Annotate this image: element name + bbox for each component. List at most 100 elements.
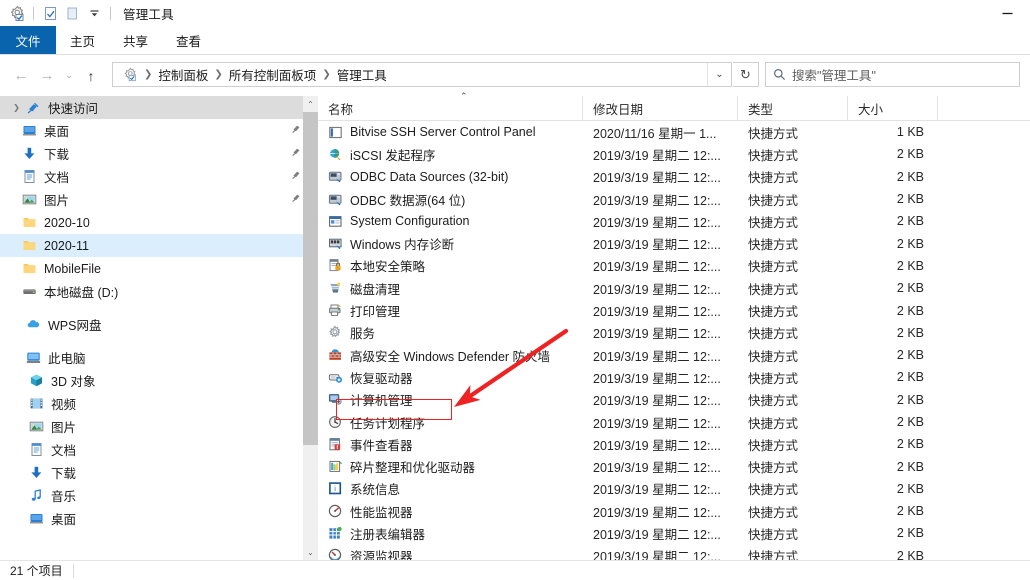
- sidebar-item-pictures-pc[interactable]: 图片: [0, 415, 318, 438]
- recent-locations-button[interactable]: ⌄: [60, 63, 78, 89]
- sidebar-item-this-pc[interactable]: 此电脑: [0, 346, 318, 369]
- table-row[interactable]: Bitvise SSH Server Control Panel 2020/11/…: [318, 121, 1030, 143]
- cell-name[interactable]: 恢复驱动器: [318, 366, 583, 388]
- table-row[interactable]: 本地安全策略 2019/3/19 星期二 12:... 快捷方式 2 KB: [318, 255, 1030, 277]
- back-button[interactable]: ←: [8, 63, 34, 89]
- cell-name[interactable]: 打印管理: [318, 300, 583, 322]
- sidebar-item-downloads-pc[interactable]: 下载: [0, 461, 318, 484]
- cell-name[interactable]: ODBC Data Sources (32-bit): [318, 166, 583, 188]
- cell-name[interactable]: i 系统信息: [318, 478, 583, 500]
- cell-name[interactable]: 计算机管理: [318, 389, 583, 411]
- sidebar-item-documents[interactable]: 文档: [0, 165, 318, 188]
- item-count-label: 21 个项目: [10, 564, 63, 578]
- tab-share[interactable]: 共享: [109, 26, 162, 54]
- table-row[interactable]: 高级安全 Windows Defender 防火墙 2019/3/19 星期二 1…: [318, 344, 1030, 366]
- file-name-label: 任务计划程序: [350, 416, 426, 431]
- up-button[interactable]: ↑: [78, 63, 104, 89]
- breadcrumb-separator-2[interactable]: ❯: [212, 69, 224, 80]
- table-row[interactable]: iSCSI 发起程序 2019/3/19 星期二 12:... 快捷方式 2 KB: [318, 143, 1030, 165]
- sidebar-item-wps-cloud[interactable]: WPS网盘: [0, 313, 318, 336]
- table-row[interactable]: Windows 内存诊断 2019/3/19 星期二 12:... 快捷方式 2 KB: [318, 232, 1030, 254]
- table-row[interactable]: 性能监视器 2019/3/19 星期二 12:... 快捷方式 2 KB: [318, 500, 1030, 522]
- pin-icon[interactable]: [291, 146, 302, 160]
- cell-name[interactable]: 性能监视器: [318, 500, 583, 522]
- address-bar[interactable]: ❯ 控制面板 ❯ 所有控制面板项 ❯ 管理工具 ⌄: [112, 62, 732, 87]
- sidebar-item-downloads[interactable]: 下载: [0, 142, 318, 165]
- table-row[interactable]: ODBC 数据源(64 位) 2019/3/19 星期二 12:... 快捷方式 2 …: [318, 188, 1030, 210]
- table-row[interactable]: System Configuration 2019/3/19 星期二 12:...…: [318, 210, 1030, 232]
- breadcrumb-separator-3[interactable]: ❯: [320, 69, 332, 80]
- properties-icon[interactable]: [39, 2, 61, 24]
- admin-tools-icon[interactable]: [6, 2, 28, 24]
- scroll-down-arrow-icon[interactable]: ⌄: [303, 544, 318, 560]
- table-row[interactable]: 服务 2019/3/19 星期二 12:... 快捷方式 2 KB: [318, 322, 1030, 344]
- forward-button[interactable]: →: [34, 63, 60, 89]
- cell-name[interactable]: 磁盘清理: [318, 277, 583, 299]
- cell-type: 快捷方式: [748, 126, 799, 141]
- sidebar-scrollbar[interactable]: ⌃ ⌄: [303, 96, 318, 560]
- column-header-type[interactable]: 类型: [738, 95, 848, 121]
- sidebar-item-2020-10[interactable]: 2020-10: [0, 211, 318, 234]
- tab-home[interactable]: 主页: [56, 26, 109, 54]
- breadcrumb-separator-1[interactable]: ❯: [142, 69, 154, 80]
- tab-file[interactable]: 文件: [0, 26, 56, 54]
- refresh-button[interactable]: ↻: [733, 62, 759, 87]
- table-row[interactable]: 碎片整理和优化驱动器 2019/3/19 星期二 12:... 快捷方式 2 KB: [318, 455, 1030, 477]
- cell-name[interactable]: 任务计划程序: [318, 411, 583, 433]
- sidebar-item-3d-objects[interactable]: 3D 对象: [0, 369, 318, 392]
- scroll-up-arrow-icon[interactable]: ⌃: [303, 96, 318, 112]
- cell-date: 2019/3/19 星期二 12:...: [593, 416, 721, 431]
- cell-name[interactable]: 事件查看器: [318, 433, 583, 455]
- main-content: ❯ 快速访问 桌面 下载 文档 图片 2020-10 2020-11 Mobil…: [0, 92, 1030, 580]
- breadcrumb-item-control-panel[interactable]: 控制面板: [154, 65, 212, 84]
- sidebar-item-desktop-pc[interactable]: 桌面: [0, 507, 318, 530]
- table-row[interactable]: 打印管理 2019/3/19 星期二 12:... 快捷方式 2 KB: [318, 299, 1030, 321]
- cell-type: 快捷方式: [748, 349, 799, 364]
- column-header-date[interactable]: 修改日期: [583, 95, 738, 121]
- breadcrumb-item-all-items[interactable]: 所有控制面板项: [225, 65, 321, 84]
- cell-name[interactable]: 碎片整理和优化驱动器: [318, 456, 583, 478]
- cell-name[interactable]: System Configuration: [318, 210, 583, 232]
- cell-name[interactable]: Windows 内存诊断: [318, 233, 583, 255]
- scrollbar-thumb[interactable]: [303, 112, 318, 445]
- breadcrumb-root-icon[interactable]: [119, 67, 142, 82]
- search-input[interactable]: 搜索"管理工具": [765, 62, 1020, 87]
- new-folder-icon[interactable]: [61, 2, 83, 24]
- cell-name[interactable]: 本地安全策略: [318, 255, 583, 277]
- sidebar-item-desktop[interactable]: 桌面: [0, 119, 318, 142]
- cell-name[interactable]: 高级安全 Windows Defender 防火墙: [318, 344, 583, 366]
- sidebar-item-pictures[interactable]: 图片: [0, 188, 318, 211]
- table-row[interactable]: 恢复驱动器 2019/3/19 星期二 12:... 快捷方式 2 KB: [318, 366, 1030, 388]
- cell-name[interactable]: ODBC 数据源(64 位): [318, 188, 583, 210]
- customize-dropdown-icon[interactable]: [83, 2, 105, 24]
- table-row[interactable]: 计算机管理 2019/3/19 星期二 12:... 快捷方式 2 KB: [318, 389, 1030, 411]
- cell-name[interactable]: 注册表编辑器: [318, 522, 583, 544]
- sidebar-item-quick-access[interactable]: ❯ 快速访问: [0, 96, 318, 119]
- table-row[interactable]: i 系统信息 2019/3/19 星期二 12:... 快捷方式 2 KB: [318, 478, 1030, 500]
- pin-icon[interactable]: [291, 169, 302, 183]
- column-header-name[interactable]: 名称: [318, 95, 583, 121]
- sidebar-item-local-disk-d[interactable]: 本地磁盘 (D:): [0, 280, 318, 303]
- table-row[interactable]: 事件查看器 2019/3/19 星期二 12:... 快捷方式 2 KB: [318, 433, 1030, 455]
- cell-name[interactable]: Bitvise SSH Server Control Panel: [318, 121, 583, 143]
- sidebar-item-2020-11[interactable]: 2020-11: [0, 234, 318, 257]
- table-row[interactable]: ODBC Data Sources (32-bit) 2019/3/19 星期二 …: [318, 166, 1030, 188]
- breadcrumb-item-admin-tools[interactable]: 管理工具: [333, 65, 391, 84]
- sidebar-item-music[interactable]: 音乐: [0, 484, 318, 507]
- column-header-size[interactable]: 大小: [848, 95, 938, 121]
- sidebar-item-documents-pc[interactable]: 文档: [0, 438, 318, 461]
- pin-icon[interactable]: [291, 123, 302, 137]
- cell-name[interactable]: iSCSI 发起程序: [318, 143, 583, 165]
- table-row[interactable]: 磁盘清理 2019/3/19 星期二 12:... 快捷方式 2 KB: [318, 277, 1030, 299]
- sidebar-item-mobilefile[interactable]: MobileFile: [0, 257, 318, 280]
- pin-icon[interactable]: [291, 192, 302, 206]
- minimize-button[interactable]: [984, 0, 1030, 26]
- odbc-icon: [326, 169, 344, 185]
- table-row[interactable]: 任务计划程序 2019/3/19 星期二 12:... 快捷方式 2 KB: [318, 411, 1030, 433]
- chevron-down-icon[interactable]: ❯: [10, 96, 23, 119]
- chevron-down-icon[interactable]: ⌄: [707, 63, 731, 86]
- sidebar-item-videos[interactable]: 视频: [0, 392, 318, 415]
- cell-name[interactable]: 服务: [318, 322, 583, 344]
- tab-view[interactable]: 查看: [162, 26, 215, 54]
- table-row[interactable]: 注册表编辑器 2019/3/19 星期二 12:... 快捷方式 2 KB: [318, 522, 1030, 544]
